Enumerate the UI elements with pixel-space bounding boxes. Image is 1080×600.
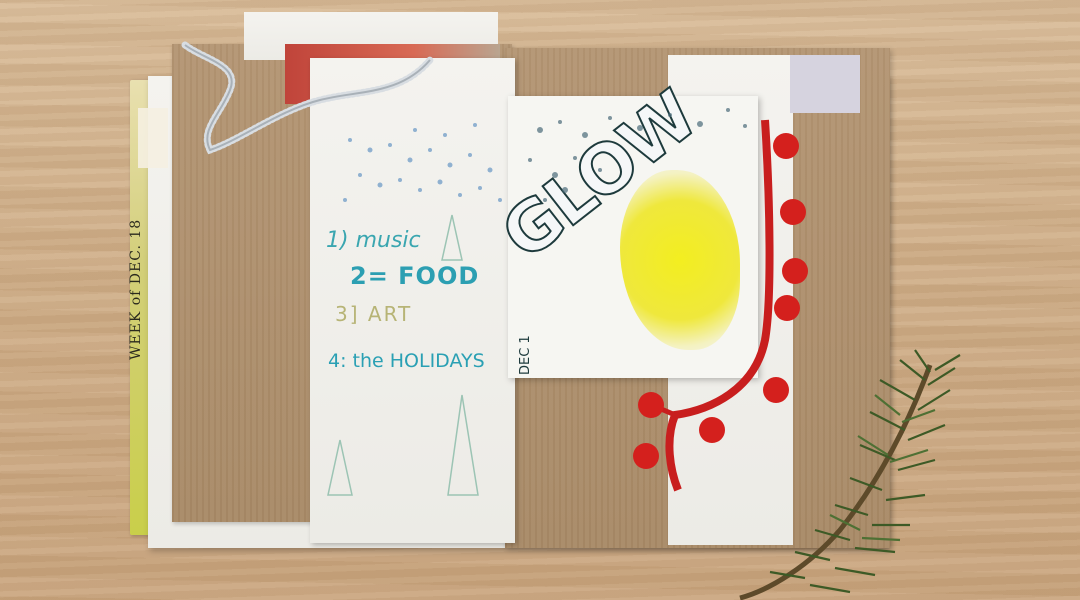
red-pompom-trim [633, 119, 808, 492]
decor-layer [181, 41, 961, 600]
glitter-sprinkle [343, 123, 502, 202]
star-confetti [528, 108, 747, 202]
photo-scene: WEEK of DEC. 18 1) music 2= FOOD 3] ART … [0, 0, 1080, 600]
tree-doodles [327, 214, 479, 496]
silver-tinsel [181, 41, 434, 155]
tinsel-core [184, 44, 431, 152]
